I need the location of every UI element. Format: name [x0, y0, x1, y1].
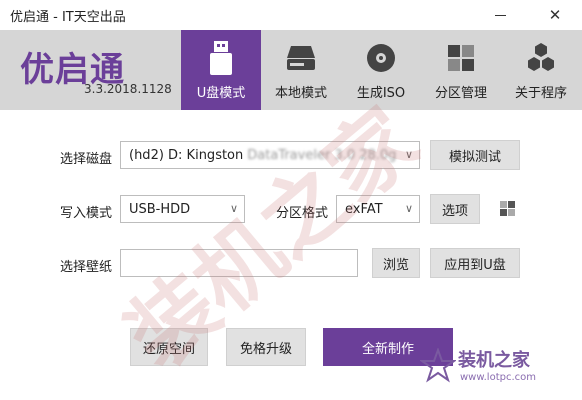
- tab-partition-manager[interactable]: 分区管理: [421, 30, 501, 110]
- browse-button[interactable]: 浏览: [372, 248, 420, 278]
- usb-drive-icon: [201, 40, 241, 76]
- write-mode-value: USB-HDD: [129, 201, 191, 217]
- partition-grid-icon: [441, 40, 481, 76]
- partition-format-value: exFAT: [345, 201, 383, 217]
- checker-icon[interactable]: [500, 201, 516, 217]
- tab-label: 生成ISO: [356, 86, 406, 101]
- disk-select[interactable]: (hd2) D: Kingston DataTraveler 3.0 28.0g…: [120, 141, 420, 169]
- minimize-icon: [494, 14, 506, 16]
- write-mode-select[interactable]: USB-HDD ∨: [120, 195, 245, 223]
- tab-generate-iso[interactable]: 生成ISO: [341, 30, 421, 110]
- tab-label: 关于程序: [514, 86, 567, 101]
- partition-format-select[interactable]: exFAT ∨: [336, 195, 420, 223]
- tab-label: U盘模式: [196, 86, 246, 101]
- apply-to-usb-button[interactable]: 应用到U盘: [430, 248, 520, 278]
- minimize-button[interactable]: [480, 0, 520, 30]
- chevron-down-icon: ∨: [229, 202, 238, 215]
- options-button[interactable]: 选项: [430, 194, 480, 224]
- watermark-site-url: www.lotpc.com: [460, 372, 536, 383]
- partition-format-label: 分区格式: [276, 206, 329, 221]
- format-free-upgrade-button[interactable]: 免格升级: [226, 328, 306, 366]
- tab-about[interactable]: 关于程序: [501, 30, 581, 110]
- chevron-down-icon: ∨: [404, 202, 413, 215]
- title-bar: 优启通 - IT天空出品 ✕: [0, 0, 582, 31]
- watermark-site-logo: 装机之家 www.lotpc.com: [418, 340, 578, 400]
- disc-icon: [361, 40, 401, 76]
- disk-select-value: (hd2) D: Kingston: [129, 147, 244, 163]
- hexagon-cluster-icon: [521, 40, 561, 76]
- app-version: 3.3.2018.1128: [84, 82, 172, 96]
- tab-label: 本地模式: [274, 86, 327, 101]
- write-mode-label: 写入模式: [60, 206, 113, 221]
- close-button[interactable]: ✕: [535, 0, 575, 30]
- disk-select-blurred-value: DataTraveler 3.0 28.0g: [247, 147, 397, 163]
- watermark-site-name: 装机之家: [458, 350, 530, 371]
- hard-drive-icon: [281, 40, 321, 76]
- tab-usb-mode[interactable]: U盘模式: [181, 30, 261, 110]
- wallpaper-path-input[interactable]: [120, 249, 358, 277]
- disk-label: 选择磁盘: [60, 152, 113, 167]
- simulate-test-button[interactable]: 模拟测试: [430, 140, 520, 170]
- tab-label: 分区管理: [434, 86, 487, 101]
- window-title: 优启通 - IT天空出品: [10, 10, 126, 25]
- header-banner: 优启通 3.3.2018.1128 U盘模式 本地模式 生成ISO 分区管理 关…: [0, 30, 582, 110]
- tab-local-mode[interactable]: 本地模式: [261, 30, 341, 110]
- star-icon: [420, 348, 456, 383]
- restore-space-button[interactable]: 还原空间: [130, 328, 208, 366]
- chevron-down-icon: ∨: [404, 148, 413, 161]
- close-icon: ✕: [548, 6, 562, 24]
- wallpaper-label: 选择壁纸: [60, 260, 113, 275]
